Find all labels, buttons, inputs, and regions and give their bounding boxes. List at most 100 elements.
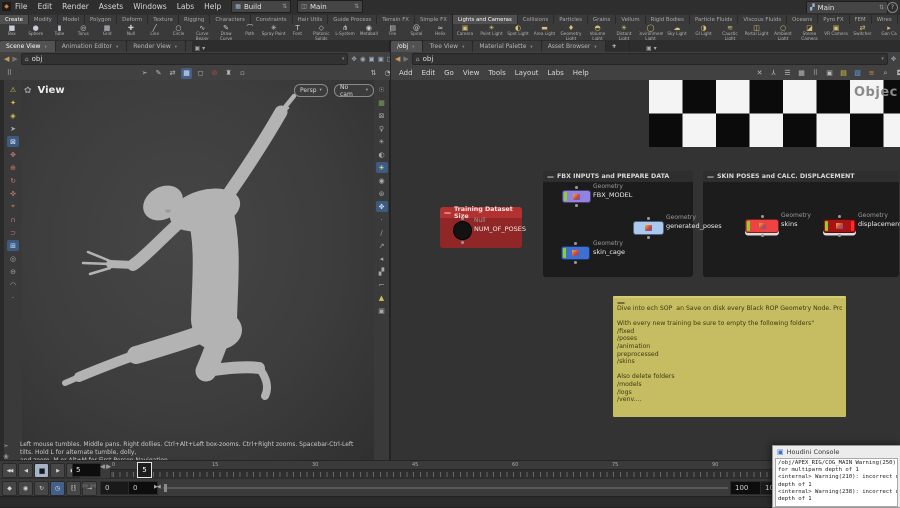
shelf-tool[interactable]: ▣ VR Camera [824,24,848,40]
camera-selector[interactable]: No cam ▾ [334,84,374,98]
pane-tab[interactable]: Scene View [0,41,56,52]
shelf-tab[interactable]: Modify [28,15,58,24]
shelf-tool[interactable]: ◎ Torus [71,24,95,40]
shelf-tab[interactable]: Rigid Bodies [645,15,690,24]
viewport-display-icon[interactable]: ◐ [376,149,388,160]
transport-button[interactable]: ■ [34,463,49,478]
shelf-tab[interactable]: Wires [871,15,898,24]
shelf-tool[interactable]: ▣ Camera [453,24,477,40]
shelf-tab[interactable]: Guide Process [328,15,378,24]
shelf-tab[interactable]: Terrain FX [377,15,416,24]
viewport-side-tool-icon[interactable]: ⊖ [7,266,19,277]
viewport-display-icon[interactable]: ◂ [376,253,388,264]
pane-tab[interactable]: /obj [391,41,424,52]
chevron-down-icon[interactable]: ▾ [881,56,884,62]
shelf-tab[interactable]: Grains [587,15,617,24]
shelf-tool[interactable]: ▮ Tube [48,24,72,40]
houdini-console-window[interactable]: ▣ Houdini Console /obj/APEX_RIG/COG_MAIN… [772,445,900,508]
viewport-side-tool-icon[interactable]: ⊕ [7,162,19,173]
network-menu-item[interactable]: Labs [548,69,564,77]
shelf-tool[interactable]: ○ Ambient Light [771,24,795,40]
node-skins[interactable] [745,215,779,237]
viewport-display-icon[interactable]: ☉ [376,84,388,95]
pane-tab[interactable]: Render View [127,41,187,52]
viewport-side-tool-icon[interactable]: ✦ [7,97,19,108]
viewport-tool-icon[interactable]: ⊘ [209,68,220,79]
pane-tab[interactable]: Tree View [423,41,474,52]
shelf-tool[interactable]: ✳ Spray Paint [262,24,286,40]
playback-end-field[interactable]: 100 [730,481,762,495]
box-minimize-icon[interactable]: — [707,173,714,180]
back-icon[interactable]: ◀ [395,55,400,63]
shelf-tool[interactable]: ◑ GI Light [692,24,716,40]
path-toolbar-icon[interactable]: ✥ [891,55,896,63]
network-toolbar-icon[interactable]: ⠿ [810,68,821,79]
node-flag[interactable] [564,192,567,201]
range-start-field[interactable]: 0 [100,481,130,495]
shelf-tool[interactable]: ✚ Null [119,24,143,40]
network-toolbar-icon[interactable]: ⅄ [768,68,779,79]
viewport-canvas[interactable]: ✿ View Persp ▾ No cam ▾ [18,80,374,460]
viewport-tool-icon[interactable]: ⇅ [368,68,379,79]
shelf-tab[interactable]: Texture [148,15,179,24]
viewport-side-tool-icon[interactable]: ⊞ [7,240,19,251]
playback-option-button[interactable]: ◷ [50,481,65,496]
frame-step-button[interactable]: ◀▮ [100,464,106,470]
viewport-tool-icon[interactable]: ◻ [195,68,206,79]
pane-strip-icon[interactable]: ▣ [195,45,201,52]
shelf-tab[interactable]: FEM [849,15,872,24]
transport-button[interactable]: ▶ [50,463,65,478]
playback-option-button[interactable]: ↻ [34,481,49,496]
shelf-tab[interactable]: Oceans [787,15,819,24]
menu-item[interactable]: Labs [177,2,194,11]
viewport-tool-icon[interactable]: ➣ [139,68,150,79]
pane-tab[interactable]: Asset Browser [541,41,606,52]
viewport-display-icon[interactable]: ∕ [376,227,388,238]
shelf-tool[interactable]: ○ Circle [167,24,191,40]
menu-item[interactable]: Help [204,2,221,11]
shelf-tool[interactable]: ◐ Spot Light [506,24,530,40]
shelf-tool[interactable]: ☁ Sky Light [665,24,689,40]
viewport-side-tool-icon[interactable]: ➤ [7,123,19,134]
shelf-tool[interactable]: ✎ Draw Curve [214,24,238,40]
viewport-side-tool-icon[interactable]: ◎ [7,253,19,264]
viewport-side-tool-icon[interactable]: ↻ [7,175,19,186]
transport-button[interactable]: ◀◀ [2,463,17,478]
viewport-side-tool-icon[interactable]: ✜ [7,188,19,199]
shelf-tool[interactable]: ∿ Curve Bezier [190,24,214,40]
pane-strip-icon[interactable]: ▾ [202,45,205,52]
pane-tab[interactable]: Composite View [186,41,192,52]
viewport-display-icon[interactable]: ▲ [376,292,388,303]
node-displacements[interactable] [823,215,856,237]
shelf-tool[interactable]: ⌒ Path [238,24,262,40]
menu-item[interactable]: File [15,2,28,11]
grip-icon[interactable]: ⠿ [4,68,15,79]
current-frame-marker[interactable]: 5 [137,462,152,478]
network-editor[interactable]: Objec — Training Dataset Size Null NUM_O… [390,80,900,460]
shelf-tool[interactable]: ◇ Platonic Solids [309,24,333,40]
pane-strip-icon[interactable]: ▾ [654,45,657,52]
path-field[interactable]: ⌂ obj ▾ [411,53,888,65]
shelf-tool[interactable]: @ Spiral [405,24,429,40]
network-toolbar-icon[interactable]: ▦ [796,68,807,79]
node-flag[interactable] [563,248,566,258]
viewport-tool-icon[interactable]: ▦ [181,67,192,79]
viewport-display-icon[interactable]: · [376,214,388,225]
help-button[interactable]: ? [887,2,898,13]
viewport-display-icon[interactable]: ▦ [376,97,388,108]
pane-strip-icon[interactable]: ▣ [646,45,652,52]
shelf-tab[interactable]: Vellum [616,15,646,24]
shelf-tab[interactable]: Polygon [84,15,118,24]
shelf-tab[interactable]: Model [57,15,85,24]
shelf-tool[interactable]: ☀ Point Light [480,24,504,40]
network-toolbar-icon[interactable]: ≡ [866,68,877,79]
forward-icon[interactable]: ▶ [403,55,408,63]
shelf-tab[interactable]: Lights and Cameras [453,15,518,24]
shelf-tab[interactable]: Particle Fluids [689,15,739,24]
shelf-tab[interactable]: Characters [210,15,251,24]
path-toolbar-icon[interactable]: ▣ [378,55,384,63]
pane-tab[interactable]: Animation Editor [55,41,128,52]
shelf-tab[interactable]: Collisions [517,15,555,24]
viewport-display-icon[interactable]: ▞ [376,266,388,277]
shelf-tool[interactable]: ◪ Stereo Camera [798,24,822,40]
